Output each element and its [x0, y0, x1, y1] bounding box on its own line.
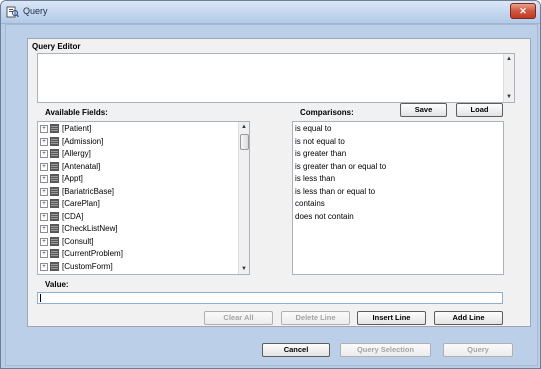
- comparisons-list[interactable]: is equal to is not equal to is greater t…: [292, 121, 504, 275]
- scroll-up-icon[interactable]: ▲: [239, 122, 249, 132]
- expand-icon[interactable]: +: [40, 137, 48, 146]
- window-title: Query: [23, 6, 48, 16]
- scroll-up-icon[interactable]: ▲: [504, 54, 514, 64]
- close-button[interactable]: ✕: [510, 3, 536, 19]
- table-icon: [50, 162, 59, 172]
- expand-icon[interactable]: +: [40, 237, 48, 246]
- comparisons-label: Comparisons:: [300, 108, 354, 117]
- tree-item[interactable]: + [CDA]: [40, 211, 83, 223]
- editor-scrollbar[interactable]: ▲ ▼: [503, 54, 514, 102]
- expand-icon[interactable]: +: [40, 199, 48, 208]
- comparison-item[interactable]: is less than: [295, 173, 335, 185]
- expand-icon[interactable]: +: [40, 224, 48, 233]
- table-icon: [50, 224, 59, 234]
- fields-scrollbar[interactable]: ▲ ▼: [238, 122, 249, 274]
- expand-icon[interactable]: +: [40, 212, 48, 221]
- text-caret: [40, 294, 41, 302]
- expand-icon[interactable]: +: [40, 249, 48, 258]
- tree-item[interactable]: + [Admission]: [40, 136, 103, 148]
- expand-icon[interactable]: +: [40, 162, 48, 171]
- table-icon: [50, 249, 59, 259]
- expand-icon[interactable]: +: [40, 262, 48, 271]
- comparison-item[interactable]: is not equal to: [295, 136, 345, 148]
- tree-item[interactable]: + [Antenatal]: [40, 161, 100, 173]
- table-icon: [50, 199, 59, 209]
- cancel-button[interactable]: Cancel: [262, 343, 330, 357]
- query-button[interactable]: Query: [443, 343, 513, 357]
- comparison-item[interactable]: does not contain: [295, 211, 354, 223]
- tree-item[interactable]: + [Consult]: [40, 236, 94, 248]
- table-icon: [50, 187, 59, 197]
- tree-item[interactable]: + [Patient]: [40, 123, 91, 135]
- delete-line-button[interactable]: Delete Line: [281, 311, 350, 325]
- tree-item[interactable]: + [CheckListNew]: [40, 223, 118, 235]
- query-editor-group: Query Editor ▲ ▼ Available Fields: Compa…: [27, 38, 531, 327]
- save-button[interactable]: Save: [400, 103, 447, 117]
- value-input[interactable]: [37, 292, 503, 304]
- available-fields-list[interactable]: + [Patient] + [Admission] + [Allergy] + [Ant…: [37, 121, 250, 275]
- app-icon: [6, 5, 20, 18]
- scroll-thumb[interactable]: [240, 134, 249, 150]
- comparison-item[interactable]: is greater than: [295, 148, 346, 160]
- table-icon: [50, 137, 59, 147]
- table-icon: [50, 174, 59, 184]
- clear-all-button[interactable]: Clear All: [204, 311, 273, 325]
- expand-icon[interactable]: +: [40, 149, 48, 158]
- table-icon: [50, 262, 59, 272]
- tree-item[interactable]: + [Allergy]: [40, 148, 91, 160]
- tree-item[interactable]: + [CustomForm]: [40, 261, 113, 273]
- comparison-item[interactable]: is equal to: [295, 123, 331, 135]
- tree-item[interactable]: + [Appt]: [40, 173, 83, 185]
- table-icon: [50, 212, 59, 222]
- available-fields-label: Available Fields:: [45, 108, 108, 117]
- table-icon: [50, 237, 59, 247]
- scroll-down-icon[interactable]: ▼: [504, 92, 514, 102]
- scroll-down-icon[interactable]: ▼: [239, 264, 249, 274]
- comparison-item[interactable]: is greater than or equal to: [295, 161, 386, 173]
- tree-item[interactable]: + [CarePlan]: [40, 198, 100, 210]
- table-icon: [50, 149, 59, 159]
- load-button[interactable]: Load: [456, 103, 503, 117]
- expand-icon[interactable]: +: [40, 187, 48, 196]
- expand-icon[interactable]: +: [40, 124, 48, 133]
- add-line-button[interactable]: Add Line: [434, 311, 503, 325]
- value-label: Value:: [45, 280, 69, 289]
- table-icon: [50, 124, 59, 134]
- comparison-item[interactable]: contains: [295, 198, 325, 210]
- query-selection-button[interactable]: Query Selection: [340, 343, 431, 357]
- expand-icon[interactable]: +: [40, 174, 48, 183]
- tree-item[interactable]: + [BariatricBase]: [40, 186, 114, 198]
- dialog-body: Query Editor ▲ ▼ Available Fields: Compa…: [5, 24, 538, 366]
- query-editor-label: Query Editor: [32, 42, 81, 51]
- title-bar[interactable]: Query ✕: [1, 1, 540, 24]
- comparison-item[interactable]: is less than or equal to: [295, 186, 375, 198]
- query-window: Query ✕ Query Editor ▲ ▼ Available Field…: [0, 0, 541, 369]
- tree-item[interactable]: + [CurrentProblem]: [40, 248, 123, 260]
- insert-line-button[interactable]: Insert Line: [357, 311, 426, 325]
- query-editor-textarea[interactable]: ▲ ▼: [37, 53, 515, 103]
